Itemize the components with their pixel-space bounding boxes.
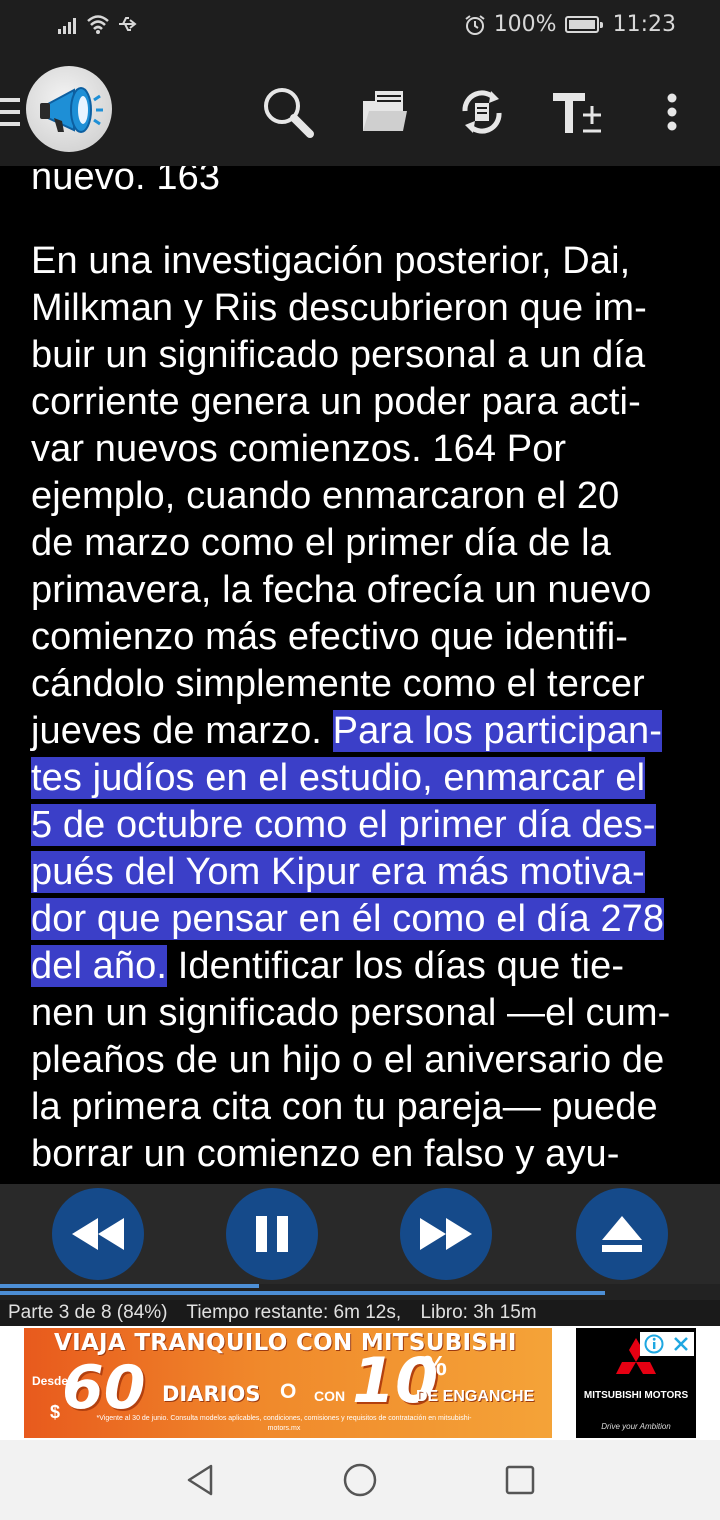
paragraph-text: En una investigación posterior, Dai, Mil… — [31, 240, 652, 752]
status-right: 100% 11:23 — [464, 12, 676, 37]
text-size-button[interactable] — [546, 82, 606, 142]
paragraph-fragment: nuevo. 163 — [31, 166, 221, 198]
ad-amount: 60 — [62, 1353, 146, 1423]
eject-icon — [602, 1216, 642, 1252]
signal-icon — [58, 18, 76, 34]
ad-creative[interactable]: VIAJA TRANQUILO CON MITSUBISHI Desde $ 6… — [24, 1328, 552, 1438]
home-icon — [343, 1463, 377, 1497]
battery-icon — [564, 16, 603, 33]
close-icon[interactable] — [672, 1335, 690, 1353]
rewind-icon — [72, 1218, 124, 1250]
rewind-button[interactable] — [52, 1188, 144, 1280]
status-bar: 100% 11:23 — [0, 0, 720, 56]
home-button[interactable] — [340, 1462, 380, 1498]
more-vert-icon — [667, 93, 677, 131]
ad-enganche: DE ENGANCHE — [416, 1388, 535, 1405]
ad-dollar: $ — [50, 1402, 61, 1422]
overall-progress — [0, 1291, 605, 1295]
reader-text-area[interactable]: nuevo. 163 En una investigación posterio… — [0, 166, 720, 1184]
part-indicator: Parte 3 de 8 (84%) — [8, 1302, 168, 1323]
playback-info: Parte 3 de 8 (84%) Tiempo restante: 6m 1… — [0, 1300, 720, 1326]
playback-controls — [0, 1184, 720, 1284]
status-left-icons — [58, 14, 138, 34]
usb-icon — [119, 17, 137, 31]
more-options-button[interactable] — [642, 82, 702, 142]
sync-button[interactable] — [452, 82, 512, 142]
megaphone-logo[interactable] — [26, 66, 112, 152]
sync-icon — [462, 90, 502, 134]
back-icon — [187, 1464, 213, 1496]
back-button[interactable] — [180, 1462, 220, 1498]
ad-o: O — [280, 1380, 297, 1403]
search-icon — [264, 88, 314, 138]
app-toolbar — [0, 56, 720, 166]
system-nav-bar — [0, 1440, 720, 1520]
clock: 11:23 — [612, 12, 676, 37]
part-progress — [0, 1284, 260, 1288]
fast-forward-button[interactable] — [400, 1188, 492, 1280]
open-file-button[interactable] — [354, 82, 414, 142]
ad-diarios: DIARIOS — [162, 1382, 261, 1406]
menu-icon[interactable] — [0, 98, 24, 126]
battery-percent: 100% — [493, 12, 557, 37]
folder-icon — [363, 91, 407, 131]
eject-button[interactable] — [576, 1188, 668, 1280]
alarm-icon — [465, 14, 485, 35]
recents-button[interactable] — [500, 1462, 540, 1498]
recents-icon — [505, 1465, 535, 1495]
pause-button[interactable] — [226, 1188, 318, 1280]
ad-fine-print: *Vigente al 30 de junio. Consulta modelo… — [96, 1415, 472, 1432]
ad-brand-name: MITSUBISHI MOTORS — [583, 1390, 689, 1401]
search-button[interactable] — [258, 82, 318, 142]
ad-brand-tagline: Drive your Ambition — [601, 1422, 671, 1431]
ad-con: CON — [314, 1388, 346, 1404]
ad-choices[interactable] — [640, 1332, 694, 1356]
book-duration: Libro: 3h 15m — [420, 1302, 537, 1323]
ad-percent-sign: % — [422, 1350, 447, 1381]
fast-forward-icon — [420, 1218, 472, 1250]
pause-icon — [256, 1216, 288, 1252]
progress-bar[interactable] — [0, 1284, 720, 1300]
time-remaining: Tiempo restante: 6m 12s, — [186, 1302, 402, 1323]
wifi-icon — [87, 15, 109, 34]
info-icon[interactable] — [644, 1334, 664, 1354]
reader-paragraph: En una investigación posterior, Dai, Mil… — [31, 238, 701, 1178]
text-size-icon — [553, 93, 601, 133]
ad-banner[interactable]: VIAJA TRANQUILO CON MITSUBISHI Desde $ 6… — [0, 1326, 720, 1440]
